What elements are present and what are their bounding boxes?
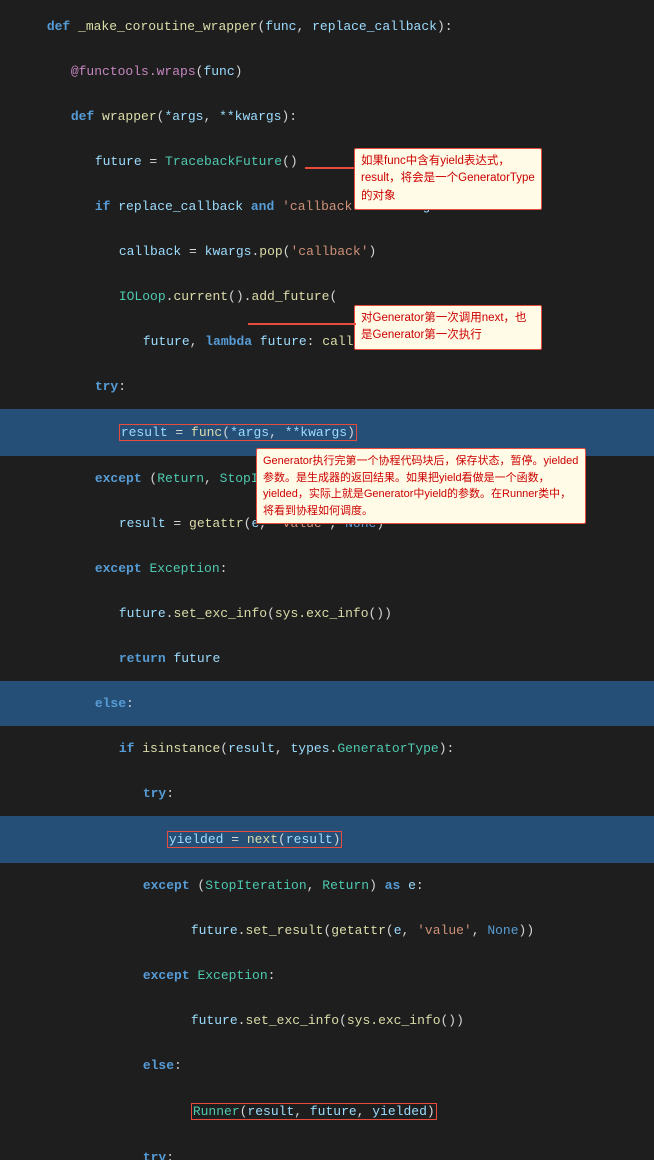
code-line-22: except Exception:	[0, 953, 654, 998]
code-line-24: else:	[0, 1043, 654, 1088]
code-line-20: except (StopIteration, Return) as e:	[0, 863, 654, 908]
code-line-21: future.set_result(getattr(e, 'value', No…	[0, 908, 654, 953]
code-line-7: IOLoop.current().add_future(	[0, 274, 654, 319]
code-line-17: if isinstance(result, types.GeneratorTyp…	[0, 726, 654, 771]
code-viewer: def _make_coroutine_wrapper(func, replac…	[0, 0, 654, 1160]
code-line-2: @functools.wraps(func)	[0, 49, 654, 94]
code-line-23: future.set_exc_info(sys.exc_info())	[0, 998, 654, 1043]
code-line-1: def _make_coroutine_wrapper(func, replac…	[0, 4, 654, 49]
code-line-18: try:	[0, 771, 654, 816]
code-line-19: yielded = next(result)	[0, 816, 654, 863]
annotation-1-arrow	[305, 167, 355, 169]
code-line-25: Runner(result, future, yielded)	[0, 1088, 654, 1135]
code-line-8: future, lambda future: callback(future.r…	[0, 319, 654, 364]
code-line-16: else:	[0, 681, 654, 726]
annotation-2-arrow	[248, 323, 356, 325]
code-line-14: future.set_exc_info(sys.exc_info())	[0, 591, 654, 636]
code-line-3: def wrapper(*args, **kwargs):	[0, 94, 654, 139]
code-line-15: return future	[0, 636, 654, 681]
code-line-26: try:	[0, 1135, 654, 1160]
code-line-9: try:	[0, 364, 654, 409]
code-line-13: except Exception:	[0, 546, 654, 591]
annotation-2: 对Generator第一次调用next，也是Generator第一次执行	[354, 305, 542, 350]
code-line-6: callback = kwargs.pop('callback')	[0, 229, 654, 274]
code-line-4: future = TracebackFuture()	[0, 139, 654, 184]
code-line-5: if replace_callback and 'callback' in kw…	[0, 184, 654, 229]
annotation-1: 如果func中含有yield表达式，result，将会是一个GeneratorT…	[354, 148, 542, 210]
annotation-3: Generator执行完第一个协程代码块后，保存状态，暂停。yielded参数。…	[256, 448, 586, 524]
